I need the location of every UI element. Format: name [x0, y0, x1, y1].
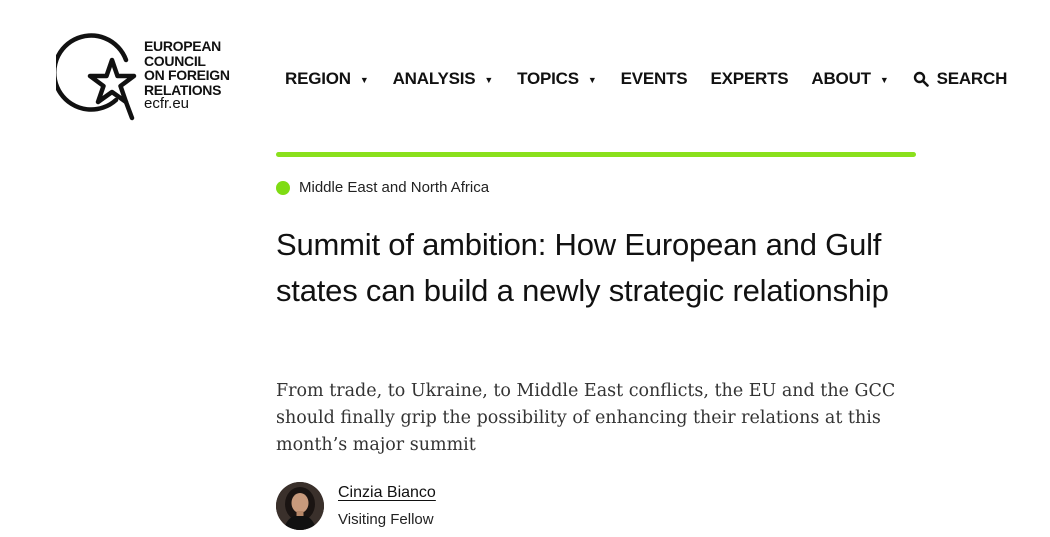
nav-events[interactable]: EVENTS — [621, 69, 688, 89]
caret-down-icon: ▼ — [484, 75, 494, 85]
accent-divider — [276, 152, 916, 157]
caret-down-icon: ▼ — [587, 75, 597, 85]
main-nav: REGION ▼ ANALYSIS ▼ TOPICS ▼ EVENTS EXPE… — [285, 66, 1007, 92]
search-label: SEARCH — [936, 69, 1008, 88]
nav-analysis-label: ANALYSIS — [392, 69, 476, 88]
nav-topics-label: TOPICS — [517, 69, 579, 88]
logo-line-2: COUNCIL — [144, 52, 206, 69]
category-label: Middle East and North Africa — [299, 179, 490, 196]
author-avatar[interactable] — [276, 482, 324, 530]
nav-analysis[interactable]: ANALYSIS ▼ — [393, 69, 494, 89]
logo-line-3: ON FOREIGN — [144, 67, 230, 83]
nav-region-label: REGION — [285, 69, 351, 88]
nav-about-label: ABOUT — [811, 69, 871, 88]
nav-topics[interactable]: TOPICS ▼ — [517, 69, 597, 89]
author-name-link[interactable]: Cinzia Bianco — [338, 483, 436, 503]
nav-experts[interactable]: EXPERTS — [710, 69, 788, 89]
logo-domain: ecfr.eu — [144, 95, 190, 112]
category-dot-icon — [276, 180, 290, 195]
nav-region[interactable]: REGION ▼ — [285, 69, 369, 89]
author-block: Cinzia Bianco Visiting Fellow — [276, 482, 436, 530]
category-tag[interactable]: Middle East and North Africa — [276, 179, 489, 196]
site-logo[interactable]: EUROPEAN COUNCIL ON FOREIGN RELATIONS ec… — [56, 30, 246, 122]
article-standfirst: From trade, to Ukraine, to Middle East c… — [276, 381, 896, 455]
caret-down-icon: ▼ — [359, 75, 369, 85]
nav-events-label: EVENTS — [620, 69, 688, 88]
article-title: Summit of ambition: How European and Gul… — [276, 227, 889, 308]
star-in-circle-logo-icon — [56, 33, 137, 121]
search-icon — [913, 71, 929, 87]
search-button[interactable]: SEARCH — [913, 69, 1008, 89]
nav-about[interactable]: ABOUT ▼ — [811, 69, 888, 89]
nav-experts-label: EXPERTS — [710, 69, 789, 88]
author-photo-icon — [276, 482, 324, 530]
logo-wordmark: EUROPEAN COUNCIL ON FOREIGN RELATIONS ec… — [144, 39, 230, 112]
author-role: Visiting Fellow — [338, 511, 434, 528]
caret-down-icon: ▼ — [879, 75, 889, 85]
logo-line-1: EUROPEAN — [144, 38, 221, 54]
